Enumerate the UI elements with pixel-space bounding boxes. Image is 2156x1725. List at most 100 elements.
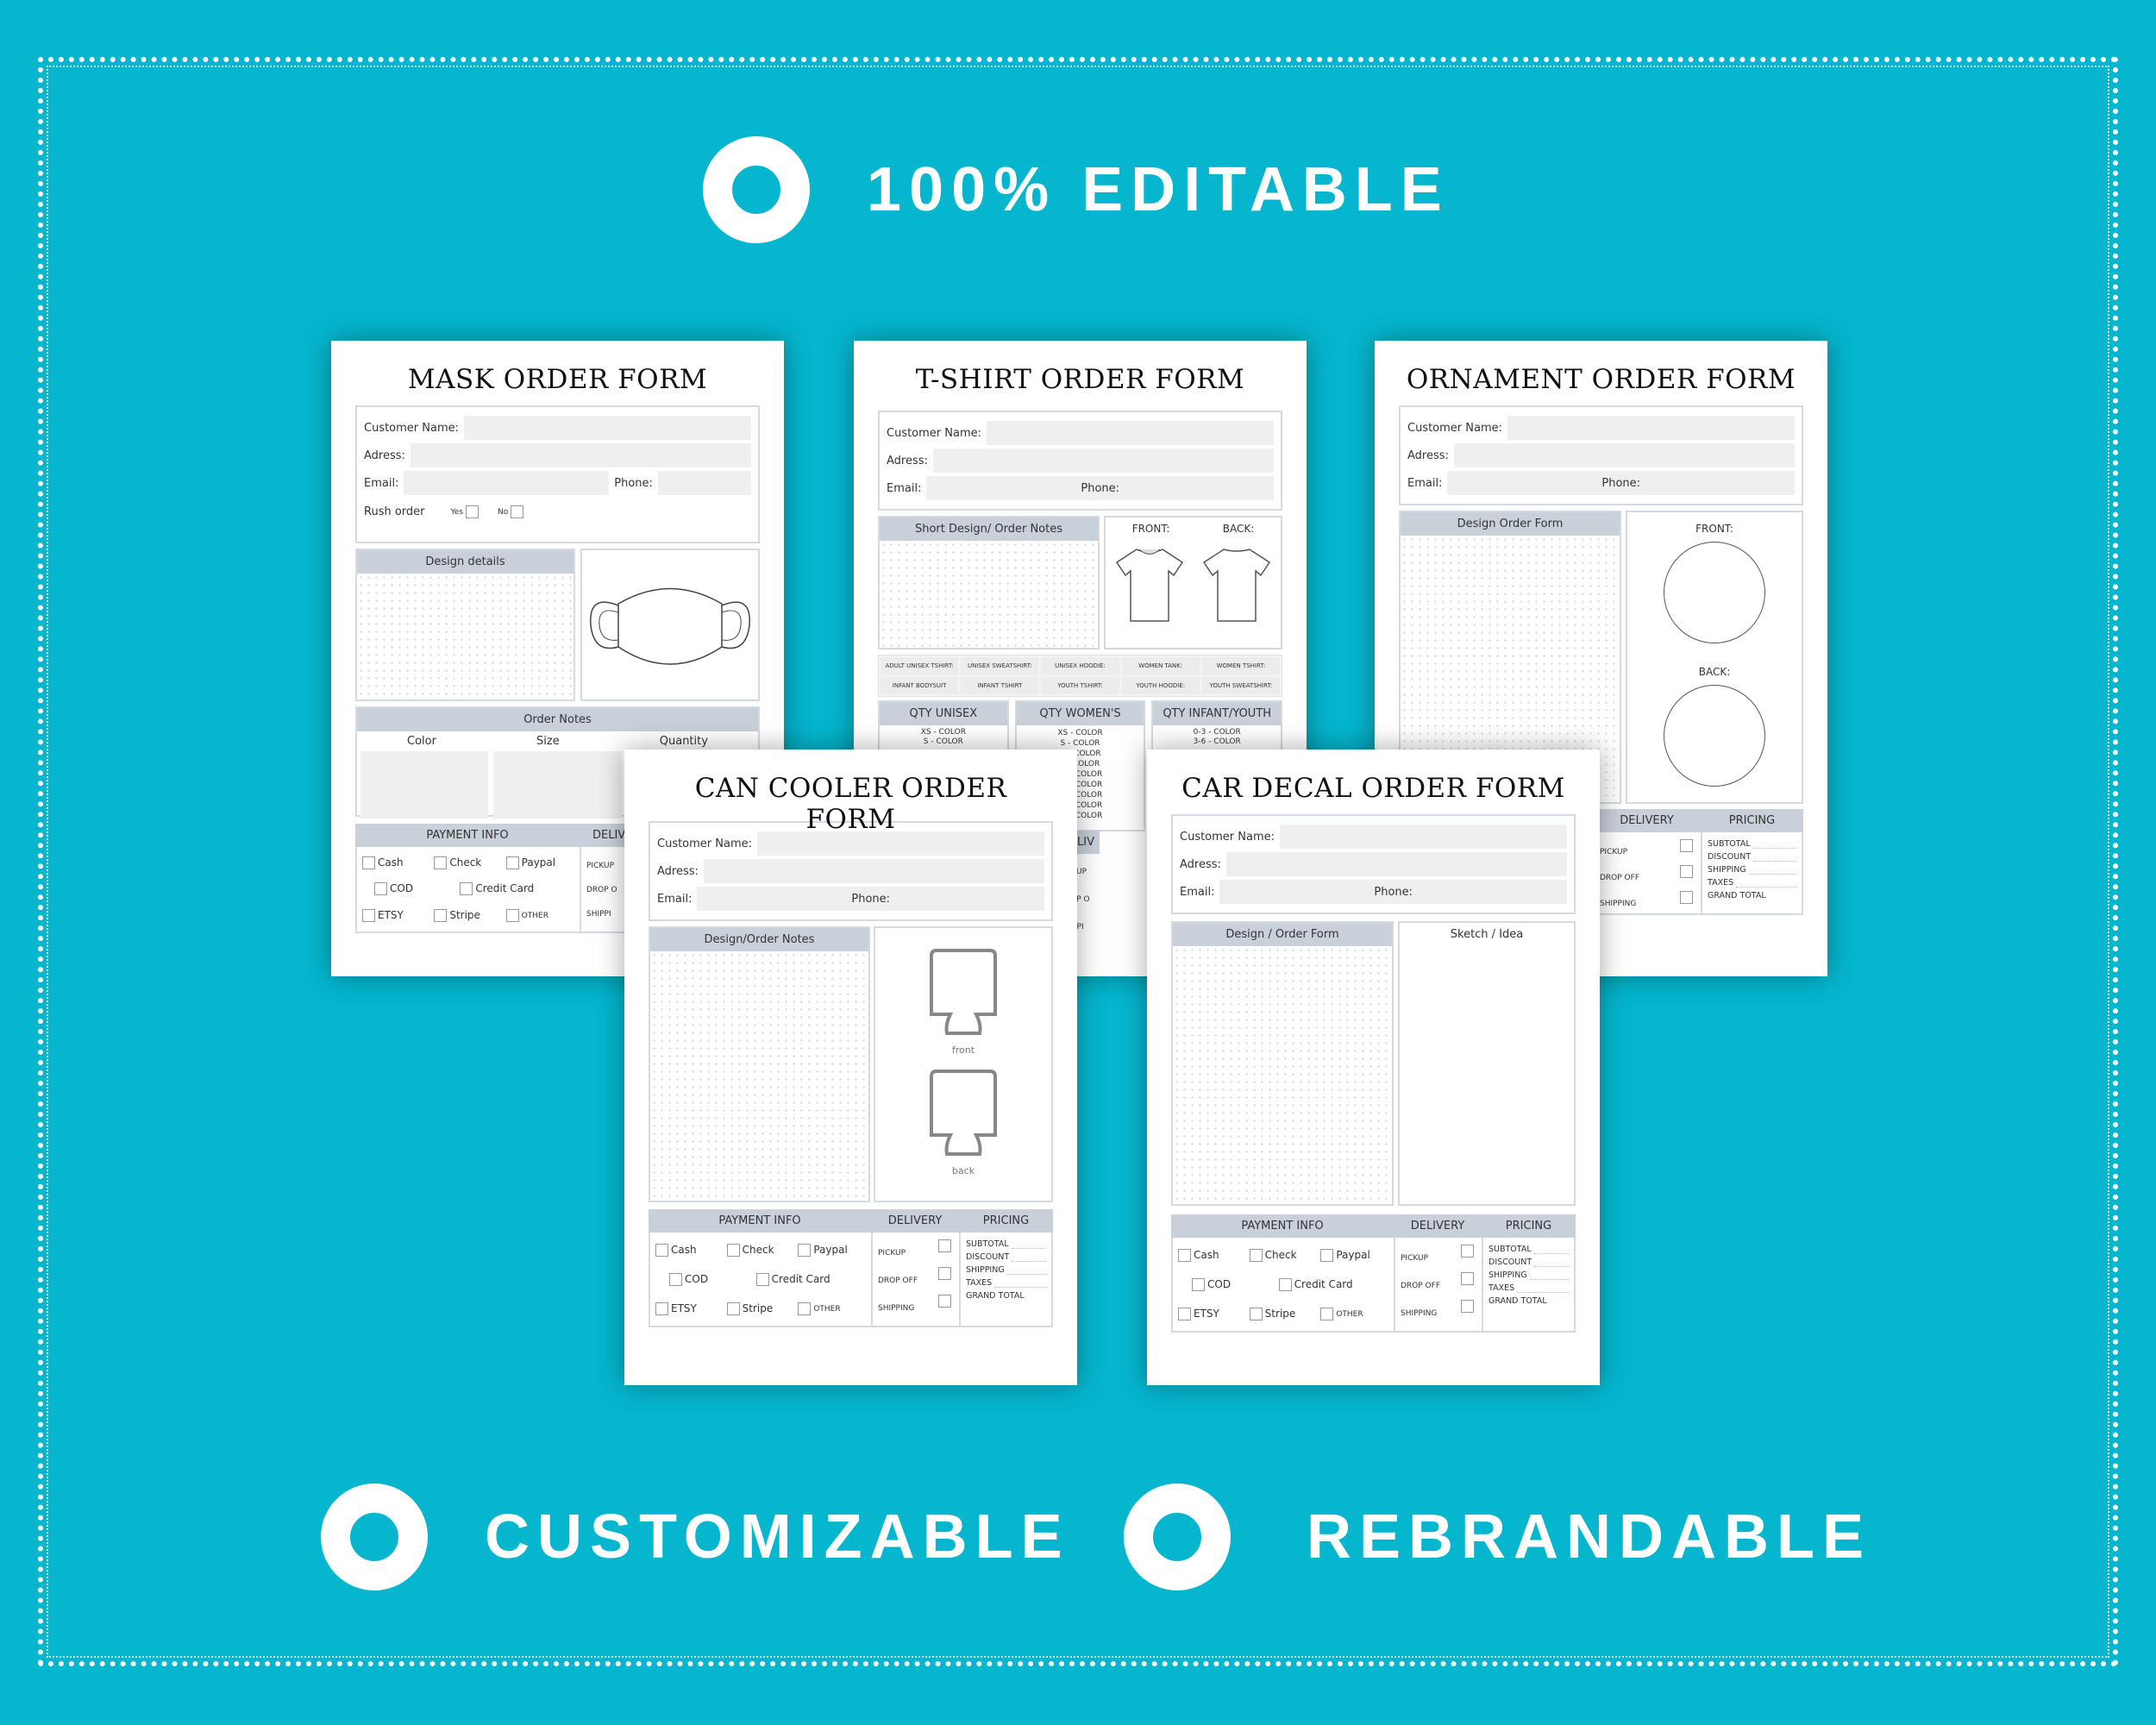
type-cell[interactable]: WOMEN TANK: [1121, 657, 1200, 674]
face-mask-icon [590, 587, 750, 665]
phone-field[interactable] [657, 471, 751, 495]
dropoff-checkbox[interactable] [1461, 1272, 1474, 1285]
color-field[interactable] [360, 751, 489, 819]
label: Email: [657, 892, 693, 906]
label: Email: [364, 476, 399, 490]
size-field[interactable] [493, 751, 622, 819]
badge-text: CUSTOMIZABLE [485, 1502, 1070, 1571]
no-label: No [498, 507, 509, 517]
paypal-checkbox[interactable] [1320, 1248, 1334, 1262]
no-checkbox[interactable] [511, 505, 524, 518]
form-title: MASK ORDER FORM [407, 364, 708, 395]
dropoff-checkbox[interactable] [1680, 865, 1693, 878]
mask-illustration [580, 549, 760, 701]
cash-checkbox[interactable] [655, 1243, 668, 1257]
pickup-checkbox[interactable] [938, 1239, 951, 1252]
cod-checkbox[interactable] [1192, 1277, 1205, 1291]
customer-name-field[interactable] [757, 831, 1044, 856]
section-header: PRICING [959, 1209, 1053, 1233]
address-field[interactable] [1225, 852, 1567, 876]
check-checkbox[interactable] [726, 1243, 740, 1257]
section-header: Design / Order Form [1173, 923, 1392, 946]
address-field[interactable] [410, 443, 751, 467]
car-decal-order-form: CAR DECAL ORDER FORM Customer Name: Adre… [1147, 750, 1600, 1385]
label: Adress: [887, 454, 928, 467]
paypal-checkbox[interactable] [798, 1243, 812, 1257]
shipping-checkbox[interactable] [938, 1295, 951, 1308]
email-field[interactable] [404, 471, 610, 495]
type-cell[interactable]: UNISEX HOODIE: [1041, 657, 1119, 674]
pickup-checkbox[interactable] [1680, 839, 1693, 852]
credit-card-checkbox[interactable] [755, 1272, 769, 1286]
type-cell[interactable]: YOUTH SWEATSHIRT: [1201, 677, 1281, 694]
design-area[interactable] [357, 574, 573, 699]
stripe-checkbox[interactable] [1249, 1307, 1263, 1320]
circle-icon [321, 1484, 428, 1590]
col-quantity: Quantity [659, 735, 708, 748]
ornament-illustration: FRONT: BACK: [1626, 511, 1803, 804]
phone-label: Phone: [1081, 481, 1120, 495]
type-cell[interactable]: ADULT UNISEX TSHIRT: [881, 657, 959, 674]
type-cell[interactable]: WOMEN TSHIRT: [1201, 657, 1281, 674]
cod-checkbox[interactable] [669, 1272, 682, 1286]
badge-rebrandable: REBRANDABLE [1124, 1484, 1871, 1590]
sketch-area[interactable]: Sketch / Idea [1398, 921, 1576, 1206]
shirt-illustration: FRONT: BACK: [1104, 516, 1282, 649]
email-field[interactable]: Phone: [1219, 880, 1567, 904]
label: Customer Name: [657, 837, 753, 850]
design-area[interactable] [880, 541, 1098, 648]
tshirt-front-icon [1115, 549, 1183, 622]
shipping-checkbox[interactable] [1461, 1300, 1474, 1313]
address-field[interactable] [703, 859, 1044, 883]
customer-name-field[interactable] [1280, 825, 1567, 849]
type-cell[interactable]: INFANT TSHIRT [961, 677, 1039, 694]
payment-option: OTHER [505, 909, 574, 923]
label: Adress: [1407, 448, 1449, 462]
badge-customizable: CUSTOMIZABLE [321, 1484, 1070, 1590]
label: Customer Name: [887, 426, 982, 440]
section-header: PRICING [1482, 1214, 1576, 1238]
front-label: FRONT: [1695, 523, 1733, 535]
cash-checkbox[interactable] [1178, 1248, 1191, 1262]
address-field[interactable] [932, 448, 1274, 473]
customer-name-field[interactable] [987, 421, 1274, 445]
address-field[interactable] [1453, 443, 1795, 467]
size-line: 0-3 - COLOR [1193, 728, 1241, 737]
etsy-checkbox[interactable] [655, 1302, 668, 1315]
type-cell[interactable]: UNISEX SWEATSHIRT: [961, 657, 1039, 674]
design-area[interactable] [1173, 946, 1392, 1204]
type-cell[interactable]: INFANT BODYSUIT [881, 677, 959, 694]
ornament-back-circle [1664, 685, 1765, 787]
form-title: CAN COOLER ORDER FORM [694, 773, 1007, 835]
dropoff-checkbox[interactable] [938, 1267, 951, 1280]
section-header: QTY WOMEN'S [1016, 702, 1144, 725]
type-cell[interactable]: YOUTH TSHIRT: [1041, 677, 1119, 694]
email-field[interactable]: Phone: [697, 887, 1044, 911]
pickup-checkbox[interactable] [1461, 1245, 1474, 1258]
rush-order-label: Rush order [364, 505, 425, 518]
etsy-checkbox[interactable] [1178, 1307, 1191, 1320]
form-title: T-SHIRT ORDER FORM [915, 364, 1245, 395]
circle-icon [703, 136, 810, 243]
size-line: XS - COLOR [920, 728, 966, 737]
check-checkbox[interactable] [1249, 1248, 1263, 1262]
type-cell[interactable]: YOUTH HOODIE: [1121, 677, 1200, 694]
customer-name-field[interactable] [1507, 416, 1795, 440]
design-area[interactable] [650, 951, 868, 1201]
phone-label: Phone: [1601, 476, 1641, 490]
back-label: BACK: [1222, 523, 1255, 535]
yes-label: Yes [450, 507, 464, 517]
customer-name-field[interactable] [464, 416, 751, 440]
badge-text: 100% EDITABLE [867, 155, 1450, 224]
shipping-checkbox[interactable] [1680, 891, 1693, 904]
other-checkbox[interactable] [798, 1302, 812, 1315]
yes-checkbox[interactable] [466, 505, 479, 518]
badge-text: REBRANDABLE [1307, 1502, 1871, 1571]
can-cooler-back-icon [930, 1070, 997, 1156]
email-field[interactable]: Phone: [926, 476, 1274, 500]
section-header: DELIVERY [871, 1209, 959, 1233]
other-checkbox[interactable] [1320, 1307, 1334, 1320]
credit-card-checkbox[interactable] [1278, 1277, 1292, 1291]
stripe-checkbox[interactable] [726, 1302, 740, 1315]
email-field[interactable]: Phone: [1447, 471, 1795, 495]
